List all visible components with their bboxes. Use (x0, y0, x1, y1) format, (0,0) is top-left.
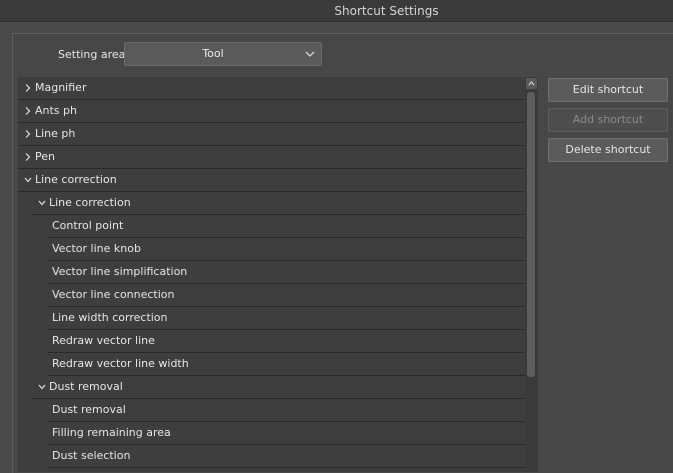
delete-shortcut-button[interactable]: Delete shortcut (548, 138, 668, 162)
chevron-down-icon[interactable] (37, 198, 47, 208)
tree-row-label: Redraw vector line (52, 334, 155, 347)
tree-row-label: Filling remaining area (52, 426, 171, 439)
chevron-right-icon[interactable] (23, 83, 33, 93)
tree-row[interactable]: Line correction (18, 169, 525, 192)
tree-row-label: Dust removal (49, 380, 123, 393)
tree-row-label: Line correction (35, 173, 117, 186)
tree-row-label: Dust selection (52, 449, 131, 462)
tree-row[interactable]: Pen (18, 146, 525, 169)
scroll-thumb[interactable] (527, 92, 535, 377)
add-shortcut-button[interactable]: Add shortcut (548, 108, 668, 132)
tree-row-label: Vector line connection (52, 288, 175, 301)
tree-row-label: Control point (52, 219, 124, 232)
tree-row[interactable]: Redraw vector line width (48, 353, 525, 376)
chevron-down-icon[interactable] (37, 382, 47, 392)
tree-row-label: Line correction (49, 196, 131, 209)
tree-row-label: Dust removal (52, 403, 126, 416)
setting-area-value: Tool (202, 47, 224, 60)
tree-row[interactable]: Vector line connection (48, 284, 525, 307)
tree-row[interactable]: Dust removal (48, 399, 525, 422)
tree-row-label: Vector line simplification (52, 265, 188, 278)
tree-row[interactable]: Ants ph (18, 100, 525, 123)
chevron-right-icon[interactable] (23, 129, 33, 139)
tree-row-label: Pen (35, 150, 55, 163)
edit-shortcut-button[interactable]: Edit shortcut (548, 78, 668, 102)
tree-row-label: Line width correction (52, 311, 168, 324)
tree-row[interactable]: Magnifier (18, 77, 525, 100)
tree-row[interactable]: Vector line knob (48, 238, 525, 261)
scroll-up-icon[interactable] (526, 78, 537, 89)
tree-row-label: Vector line knob (52, 242, 141, 255)
tree-row[interactable]: Dust selection (48, 445, 525, 468)
tree-row[interactable]: Dust removal (32, 376, 525, 399)
tree-row[interactable]: Control point (48, 215, 525, 238)
chevron-right-icon[interactable] (23, 152, 33, 162)
tree-row-label: Line ph (35, 127, 76, 140)
setting-area-select[interactable]: Tool (124, 42, 322, 66)
tree-row[interactable]: Filling remaining area (48, 422, 525, 445)
shortcut-tree[interactable]: Magnifier Ants ph Line ph Pen Line correctio… (18, 77, 525, 472)
tree-row[interactable]: Line ph (18, 123, 525, 146)
tree-row-label: Redraw vector line width (52, 357, 189, 370)
tree-row-label: Ants ph (35, 104, 77, 117)
chevron-down-icon (305, 51, 315, 57)
tree-row-label: Magnifier (35, 81, 87, 94)
window-title: Shortcut Settings (0, 0, 673, 22)
tree-row[interactable]: Redraw vector line (48, 330, 525, 353)
tree-row[interactable]: Line correction (32, 192, 525, 215)
setting-area-label: Setting area: (58, 48, 130, 61)
chevron-down-icon[interactable] (23, 175, 33, 185)
tree-scrollbar[interactable] (525, 77, 538, 472)
tree-row[interactable]: Vector line simplification (48, 261, 525, 284)
chevron-right-icon[interactable] (23, 106, 33, 116)
tree-row[interactable]: Line width correction (48, 307, 525, 330)
